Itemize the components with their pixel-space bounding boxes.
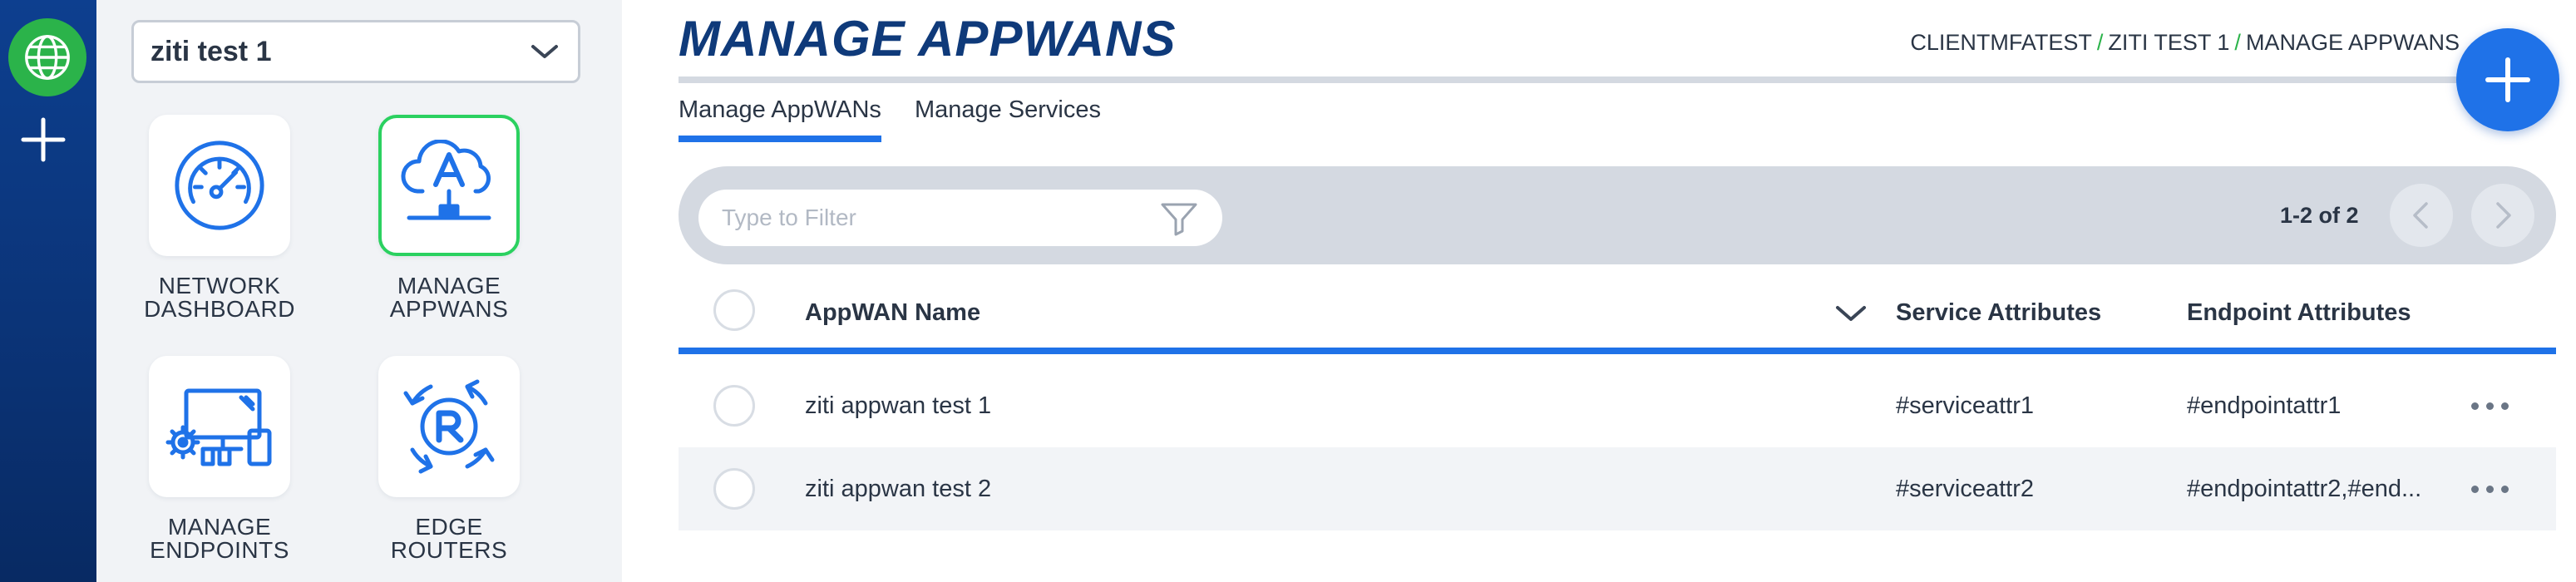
tile-box — [378, 356, 520, 497]
gauge-icon — [175, 141, 264, 230]
pager-count: 1-2 of 2 — [2280, 203, 2359, 228]
chevron-left-icon — [2413, 202, 2428, 229]
tab-bar: Manage AppWANs Manage Services — [679, 96, 1134, 142]
row-actions-menu[interactable] — [2471, 486, 2509, 493]
title-divider — [679, 76, 2554, 83]
nav-tile-manage-appwans[interactable]: MANAGE APPWANS — [328, 115, 570, 321]
chevron-right-icon — [2496, 202, 2511, 229]
tile-label-line1: NETWORK — [158, 273, 281, 298]
breadcrumb: CLIENTMFATEST / ZITI TEST 1/MANAGE APPWANS — [1910, 30, 2460, 56]
table-row[interactable]: ziti appwan test 2 #serviceattr2 #endpoi… — [679, 447, 2556, 530]
cell-appwan-name: ziti appwan test 1 — [805, 392, 992, 419]
next-page-button[interactable] — [2471, 184, 2534, 247]
cell-appwan-name: ziti appwan test 2 — [805, 476, 992, 502]
row-checkbox[interactable] — [713, 468, 755, 510]
row-checkbox[interactable] — [713, 385, 755, 427]
left-rail — [0, 0, 96, 582]
breadcrumb-item[interactable]: ZITI TEST 1 — [2108, 30, 2229, 55]
filter-bar: 1-2 of 2 — [679, 166, 2556, 264]
breadcrumb-separator: / — [2096, 30, 2104, 55]
tile-box — [149, 115, 290, 256]
cloud-appwan-icon — [401, 140, 491, 220]
cell-service-attributes: #serviceattr2 — [1896, 476, 2035, 502]
column-header-appwan-name[interactable]: AppWAN Name — [805, 299, 980, 327]
tile-label-line2: ENDPOINTS — [150, 537, 289, 563]
nav-tile-manage-endpoints[interactable]: MANAGE ENDPOINTS — [99, 356, 340, 562]
filter-input[interactable] — [722, 205, 1159, 231]
tab-manage-appwans[interactable]: Manage AppWANs — [679, 96, 881, 142]
tile-label-line1: EDGE — [415, 514, 483, 540]
table-header: AppWAN Name Service Attributes Endpoint … — [679, 274, 2556, 354]
network-select[interactable]: ziti test 1 — [131, 20, 580, 83]
tab-manage-services[interactable]: Manage Services — [915, 96, 1101, 142]
select-all-checkbox[interactable] — [713, 289, 755, 331]
globe-icon[interactable] — [8, 18, 86, 96]
tile-label-line1: MANAGE — [167, 514, 272, 540]
tile-label-line2: DASHBOARD — [144, 296, 295, 322]
row-actions-menu[interactable] — [2471, 402, 2509, 410]
tile-box — [149, 356, 290, 497]
breadcrumb-separator: / — [2234, 30, 2241, 55]
nav-tile-network-dashboard[interactable]: NETWORK DASHBOARD — [99, 115, 340, 321]
cell-service-attributes: #serviceattr1 — [1896, 392, 2035, 419]
network-select-value: ziti test 1 — [151, 35, 272, 67]
breadcrumb-item[interactable]: CLIENTMFATEST — [1910, 30, 2092, 55]
tile-label-line1: MANAGE — [397, 273, 501, 298]
endpoints-icon — [165, 388, 272, 466]
filter-icon[interactable] — [1159, 198, 1199, 238]
add-appwan-button[interactable] — [2456, 28, 2559, 131]
cell-endpoint-attributes: #endpointattr1 — [2187, 392, 2342, 419]
main-content: MANAGE APPWANS CLIENTMFATEST / ZITI TEST 1… — [679, 0, 2576, 582]
tile-label-line2: APPWANS — [389, 296, 509, 322]
plus-icon — [2485, 57, 2530, 102]
chevron-down-icon — [528, 35, 561, 68]
page-title: MANAGE APPWANS — [679, 11, 1177, 67]
nav-panel: ziti test 1 NETWORK DASHBOARD MANAGE APP… — [96, 0, 622, 582]
tile-label-line2: ROUTERS — [390, 537, 508, 563]
cell-endpoint-attributes: #endpointattr2,#end... — [2187, 476, 2422, 502]
column-header-service-attributes[interactable]: Service Attributes — [1896, 299, 2101, 327]
prev-page-button[interactable] — [2390, 184, 2453, 247]
tile-box — [378, 115, 520, 256]
nav-tile-edge-routers[interactable]: EDGE ROUTERS — [328, 356, 570, 562]
plus-icon[interactable] — [18, 115, 68, 165]
router-icon — [403, 379, 495, 474]
chevron-down-icon[interactable] — [1833, 296, 1869, 333]
filter-field — [698, 190, 1222, 246]
table-row[interactable]: ziti appwan test 1 #serviceattr1 #endpoi… — [679, 364, 2556, 447]
column-header-endpoint-attributes[interactable]: Endpoint Attributes — [2187, 299, 2411, 327]
breadcrumb-item: MANAGE APPWANS — [2245, 30, 2460, 55]
